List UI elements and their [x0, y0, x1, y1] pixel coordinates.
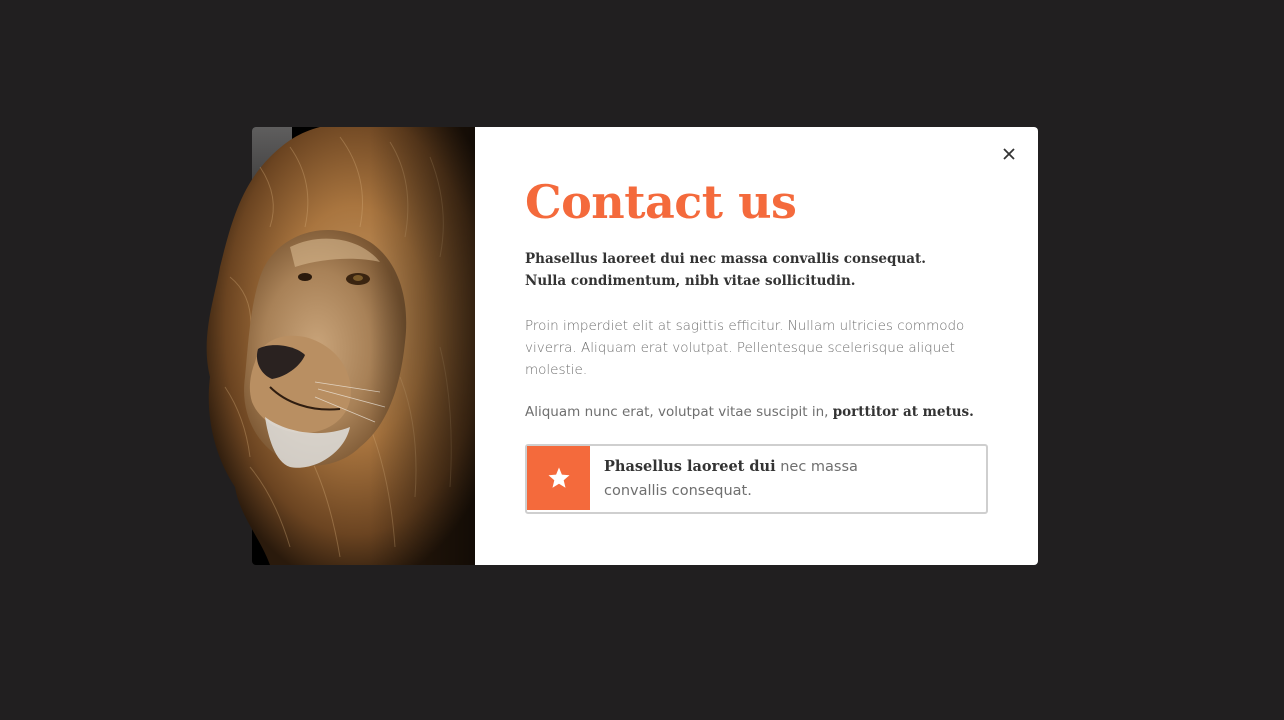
paragraph2-bold: porttitor at metus. [832, 404, 974, 420]
star-icon [548, 467, 570, 488]
paragraph2-plain: Aliquam nunc erat, volutpat vitae suscip… [525, 404, 833, 420]
contact-modal: Contact us Phasellus laoreet dui nec mas… [475, 127, 1038, 565]
feature-icon-block [527, 446, 590, 510]
modal-body-paragraph: Proin imperdiet elit at sagittis efficit… [525, 318, 965, 378]
lion-photo [206, 127, 475, 565]
close-button[interactable] [1000, 145, 1018, 163]
modal-backdrop[interactable]: Contact us Phasellus laoreet dui nec mas… [0, 0, 1284, 720]
feature-plain-text-2: convallis consequat. [604, 483, 752, 499]
feature-plain-text-1: nec massa [775, 459, 858, 475]
feature-callout[interactable]: Phasellus laoreet dui nec massa convallis… [525, 444, 988, 514]
modal-title: Contact us [525, 175, 797, 229]
modal-image-panel [206, 127, 475, 565]
close-icon[interactable] [1000, 145, 1018, 163]
feature-text: Phasellus laoreet dui nec massa convallis… [604, 455, 864, 503]
modal-body-paragraph-2: Aliquam nunc erat, volutpat vitae suscip… [525, 401, 995, 423]
modal-lead-text: Phasellus laoreet dui nec massa convalli… [525, 251, 926, 289]
feature-bold-text: Phasellus laoreet dui [604, 458, 776, 475]
